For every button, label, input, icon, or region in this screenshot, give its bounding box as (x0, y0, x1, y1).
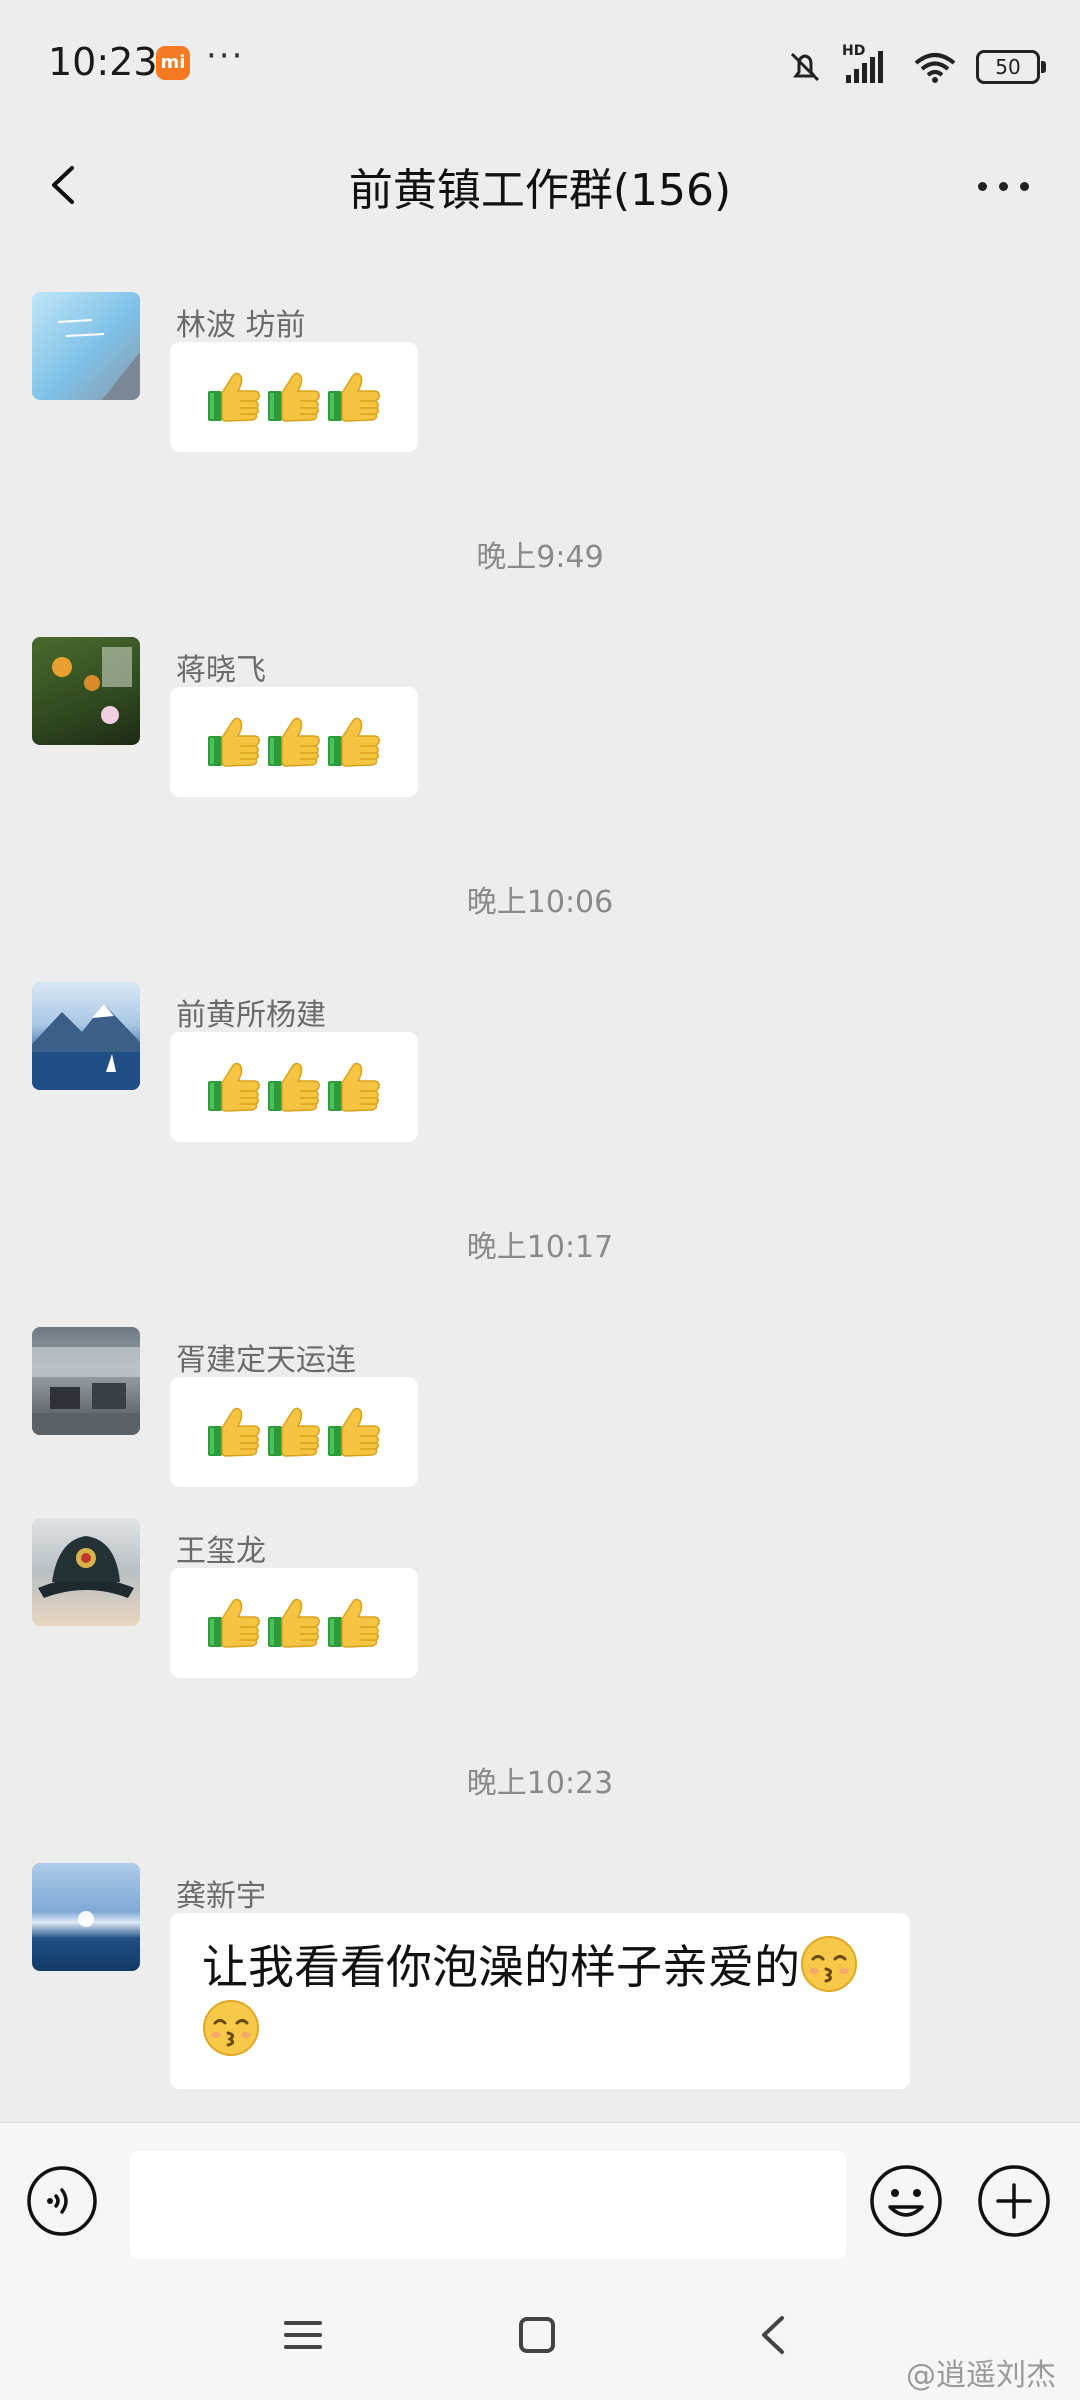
home-button[interactable] (516, 2314, 558, 2356)
chat-title: 前黄镇工作群(156) (348, 165, 732, 216)
thumbs-up-icon (266, 369, 322, 425)
watermark: @逍遥刘杰 (906, 2358, 1056, 2393)
status-bar: 10:23 mi ··· HD 50 (0, 0, 1080, 130)
avatar[interactable] (32, 637, 140, 745)
thumbs-up-icon (206, 1059, 262, 1115)
thumbs-up-icon (326, 369, 382, 425)
thumbs-up-icon (206, 1595, 262, 1651)
avatar[interactable] (32, 1327, 140, 1435)
thumbs-up-icon (206, 1404, 262, 1460)
avatar[interactable] (32, 1863, 140, 1971)
mi-app-icon: mi (156, 46, 190, 80)
home-square-icon (519, 2317, 555, 2353)
more-dot (999, 182, 1008, 191)
kissing-face-icon (202, 1999, 260, 2057)
more-dot (1020, 182, 1029, 191)
thumbs-up-icon (206, 714, 262, 770)
more-dot (978, 182, 987, 191)
sender-name: 胥建定天运连 (176, 1343, 356, 1378)
time-separator: 晚上9:49 (476, 540, 604, 575)
sender-name: 龚新宇 (176, 1879, 266, 1914)
status-time: 10:23 (48, 40, 158, 84)
voice-icon (27, 2166, 97, 2236)
thumbs-up-icon (326, 1404, 382, 1460)
menu-icon (284, 2321, 322, 2349)
emoji-button[interactable] (868, 2163, 944, 2239)
message-text: 让我看看你泡澡的样子亲爱的 (202, 1940, 800, 1994)
signal-icon: HD (842, 43, 894, 87)
thumbs-up-icon (206, 369, 262, 425)
message-bubble[interactable] (170, 342, 418, 452)
sender-name: 前黄所杨建 (176, 998, 326, 1033)
time-separator: 晚上10:17 (466, 1230, 614, 1265)
system-back-button[interactable] (752, 2312, 794, 2358)
avatar[interactable] (32, 982, 140, 1090)
message-bubble[interactable] (170, 1032, 418, 1142)
status-icons: HD 50 (786, 42, 1046, 92)
thumbs-up-icon (266, 1595, 322, 1651)
time-separator: 晚上10:23 (466, 1766, 614, 1801)
system-nav-bar: @逍遥刘杰 (0, 2282, 1080, 2400)
thumbs-up-icon (326, 1595, 382, 1651)
kissing-face-icon (800, 1935, 858, 1993)
sender-name: 蒋晓飞 (176, 653, 266, 688)
recent-apps-button[interactable] (282, 2314, 324, 2356)
message-input[interactable] (130, 2151, 846, 2259)
message-list[interactable]: 林波 坊前 晚上9:49 蒋晓飞 晚上10:06 前黄所杨建 晚上10:17 胥… (0, 240, 1080, 2120)
thumbs-up-icon (266, 1059, 322, 1115)
thumbs-up-icon (266, 1404, 322, 1460)
message-bubble[interactable]: 让我看看你泡澡的样子亲爱的 (170, 1913, 910, 2089)
smiley-icon (870, 2165, 942, 2237)
back-triangle-icon (762, 2316, 784, 2354)
thumbs-up-icon (266, 714, 322, 770)
sender-name: 王玺龙 (176, 1534, 266, 1569)
voice-button[interactable] (26, 2165, 98, 2237)
message-bubble[interactable] (170, 1377, 418, 1487)
mute-bell-icon (790, 52, 820, 82)
more-button[interactable] (964, 150, 1044, 220)
message-bubble[interactable] (170, 1568, 418, 1678)
more-functions-button[interactable] (976, 2163, 1052, 2239)
notification-dots: ··· (206, 36, 245, 76)
wifi-icon (914, 53, 956, 83)
battery-indicator: 50 (976, 50, 1046, 84)
chat-header: 前黄镇工作群(156) (0, 130, 1080, 240)
avatar[interactable] (32, 292, 140, 400)
avatar[interactable] (32, 1518, 140, 1626)
time-separator: 晚上10:06 (466, 885, 614, 920)
thumbs-up-icon (326, 1059, 382, 1115)
sender-name: 林波 坊前 (176, 308, 306, 343)
thumbs-up-icon (326, 714, 382, 770)
plus-circle-icon (978, 2165, 1050, 2237)
input-bar (0, 2122, 1080, 2283)
message-bubble[interactable] (170, 687, 418, 797)
